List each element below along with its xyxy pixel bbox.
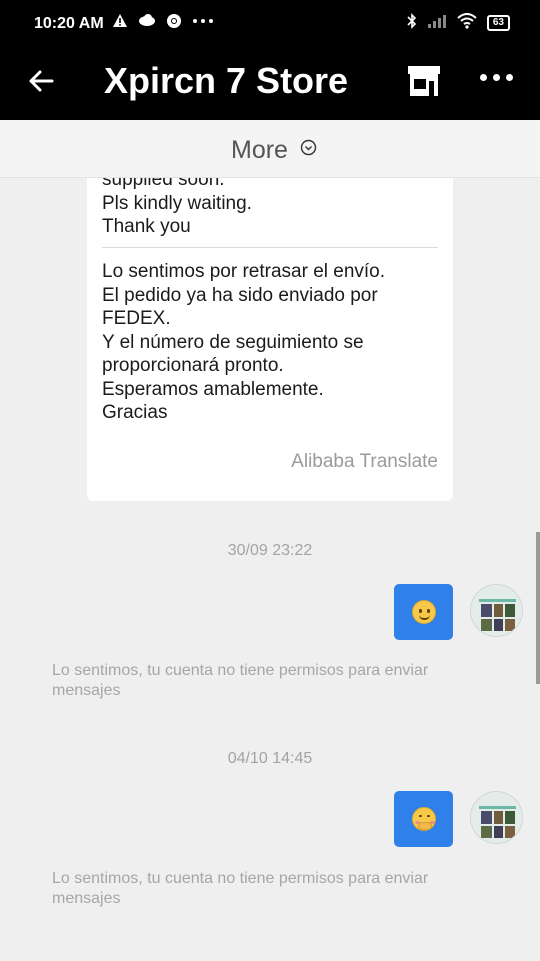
timestamp: 30/09 23:22 <box>227 542 313 559</box>
sent-emoji-bubble[interactable] <box>394 584 453 640</box>
original-message: supplied soon. Pls kindly waiting. Thank… <box>102 178 252 237</box>
chrome-icon <box>166 13 182 33</box>
translated-message: Lo sentimos por retrasar el envío. El pe… <box>102 261 386 423</box>
timestamp: 04/10 14:45 <box>227 750 313 767</box>
seller-message-card: supplied soon. Pls kindly waiting. Thank… <box>87 178 453 501</box>
translation-attribution: Alibaba Translate <box>291 451 438 472</box>
sent-emoji-bubble[interactable] <box>394 791 453 847</box>
back-arrow-icon[interactable] <box>26 66 56 96</box>
translation-divider <box>102 247 438 248</box>
overflow-dots-icon <box>192 13 214 33</box>
more-label[interactable]: More <box>231 136 288 165</box>
avatar[interactable] <box>470 791 523 844</box>
bluetooth-icon <box>407 13 417 33</box>
status-time: 10:20 AM <box>34 15 104 32</box>
permission-notice: Lo sentimos, tu cuenta no tiene permisos… <box>52 662 429 699</box>
signal-icon <box>427 14 447 32</box>
smiling-face-emoji-icon <box>411 600 436 624</box>
chevron-down-circle-icon[interactable] <box>300 139 317 161</box>
battery-indicator: 63 <box>486 15 510 31</box>
cloud-icon <box>138 13 156 33</box>
wifi-icon <box>457 13 477 33</box>
load-more-bar[interactable]: More <box>0 120 540 178</box>
warning-icon <box>112 13 128 33</box>
app-header: Xpircn 7 Store <box>0 48 540 120</box>
status-bar: 10:20 AM 63 <box>0 0 540 48</box>
scrollbar[interactable] <box>536 532 540 684</box>
store-icon[interactable] <box>406 64 442 98</box>
more-options-icon[interactable] <box>480 74 513 81</box>
hand-over-mouth-emoji-icon <box>411 807 436 831</box>
page-title: Xpircn 7 Store <box>104 60 349 101</box>
avatar[interactable] <box>470 584 523 637</box>
permission-notice: Lo sentimos, tu cuenta no tiene permisos… <box>52 870 429 907</box>
chat-thread: supplied soon. Pls kindly waiting. Thank… <box>0 178 540 961</box>
